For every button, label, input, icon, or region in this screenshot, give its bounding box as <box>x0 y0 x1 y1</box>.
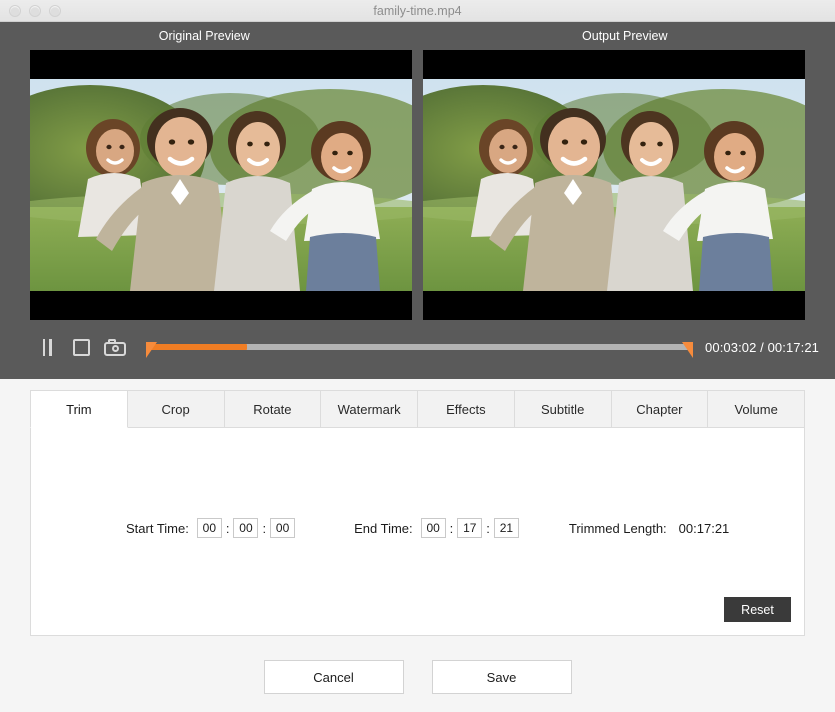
trimmed-length-group: Trimmed Length: 00:17:21 <box>569 521 729 536</box>
tab-trim[interactable]: Trim <box>30 390 128 428</box>
start-colon-1: : <box>222 521 234 536</box>
pause-icon <box>43 339 52 356</box>
timeline-slider[interactable] <box>146 333 693 361</box>
tab-effects[interactable]: Effects <box>418 390 515 428</box>
camera-icon <box>104 339 126 356</box>
output-preview-label: Output Preview <box>415 29 835 43</box>
preview-labels: Original Preview Output Preview <box>0 22 835 50</box>
end-time-label: End Time: <box>354 521 413 536</box>
tab-rotate[interactable]: Rotate <box>225 390 322 428</box>
trim-panel: Start Time: : : End Time: : : Trimmed Le… <box>30 428 805 636</box>
maximize-button[interactable] <box>49 5 61 17</box>
tab-watermark[interactable]: Watermark <box>321 390 418 428</box>
reset-button[interactable]: Reset <box>724 597 791 622</box>
end-colon-2: : <box>482 521 494 536</box>
trimmed-length-value: 00:17:21 <box>679 521 730 536</box>
timeline-progress <box>146 344 247 350</box>
snapshot-button[interactable] <box>98 333 132 361</box>
original-preview-pane[interactable] <box>30 50 412 320</box>
end-time-group: End Time: : : <box>354 518 519 538</box>
original-video-frame <box>30 79 412 291</box>
output-video-frame <box>423 79 805 291</box>
preview-region: Original Preview Output Preview <box>0 22 835 379</box>
start-time-hours-input[interactable] <box>197 518 222 538</box>
end-time-minutes-input[interactable] <box>457 518 482 538</box>
minimize-button[interactable] <box>29 5 41 17</box>
trim-start-handle[interactable] <box>146 342 157 358</box>
editor-section: Trim Crop Rotate Watermark Effects Subti… <box>0 379 835 636</box>
preview-panes <box>0 50 835 320</box>
tab-subtitle[interactable]: Subtitle <box>515 390 612 428</box>
stop-icon <box>73 339 90 356</box>
start-colon-2: : <box>258 521 270 536</box>
original-preview-label: Original Preview <box>0 29 415 43</box>
start-time-label: Start Time: <box>126 521 189 536</box>
trim-end-handle[interactable] <box>682 342 693 358</box>
cancel-button[interactable]: Cancel <box>264 660 404 694</box>
window-controls <box>9 5 61 17</box>
stop-button[interactable] <box>64 333 98 361</box>
family-photo <box>30 79 412 291</box>
close-button[interactable] <box>9 5 21 17</box>
time-readout: 00:03:02 / 00:17:21 <box>705 340 819 355</box>
title-bar: family-time.mp4 <box>0 0 835 22</box>
dialog-footer: Cancel Save <box>0 636 835 694</box>
start-time-group: Start Time: : : <box>126 518 295 538</box>
editor-tabs: Trim Crop Rotate Watermark Effects Subti… <box>30 390 805 428</box>
window-title: family-time.mp4 <box>0 4 835 18</box>
end-colon-1: : <box>446 521 458 536</box>
playback-toolbar: 00:03:02 / 00:17:21 <box>0 320 835 374</box>
family-photo-output <box>423 79 805 291</box>
end-time-seconds-input[interactable] <box>494 518 519 538</box>
tab-volume[interactable]: Volume <box>708 390 805 428</box>
tab-crop[interactable]: Crop <box>128 390 225 428</box>
trimmed-length-label: Trimmed Length: <box>569 521 667 536</box>
end-time-hours-input[interactable] <box>421 518 446 538</box>
tab-chapter[interactable]: Chapter <box>612 390 709 428</box>
trim-controls-row: Start Time: : : End Time: : : Trimmed Le… <box>31 518 804 538</box>
start-time-minutes-input[interactable] <box>233 518 258 538</box>
start-time-seconds-input[interactable] <box>270 518 295 538</box>
save-button[interactable]: Save <box>432 660 572 694</box>
output-preview-pane[interactable] <box>423 50 805 320</box>
pause-button[interactable] <box>30 333 64 361</box>
